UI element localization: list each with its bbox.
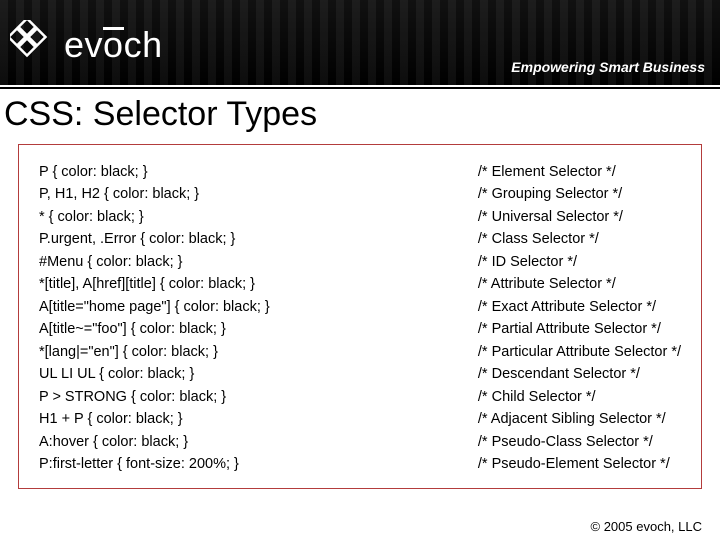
selector-code-column: P { color: black; } P, H1, H2 { color: b… [39, 161, 270, 472]
brand-name: evoch [64, 24, 163, 66]
header-divider [0, 87, 720, 89]
brand-tagline: Empowering Smart Business [511, 59, 705, 75]
copyright-footer: © 2005 evoch, LLC [591, 519, 702, 534]
brand-logo: evoch [10, 20, 163, 66]
page-title: CSS: Selector Types [4, 95, 716, 134]
diamond-grid-icon [10, 20, 56, 66]
slide-header: evoch Empowering Smart Business [0, 0, 720, 85]
selector-desc-column: /* Element Selector */ /* Grouping Selec… [478, 161, 681, 472]
content-box: P { color: black; } P, H1, H2 { color: b… [18, 144, 702, 489]
